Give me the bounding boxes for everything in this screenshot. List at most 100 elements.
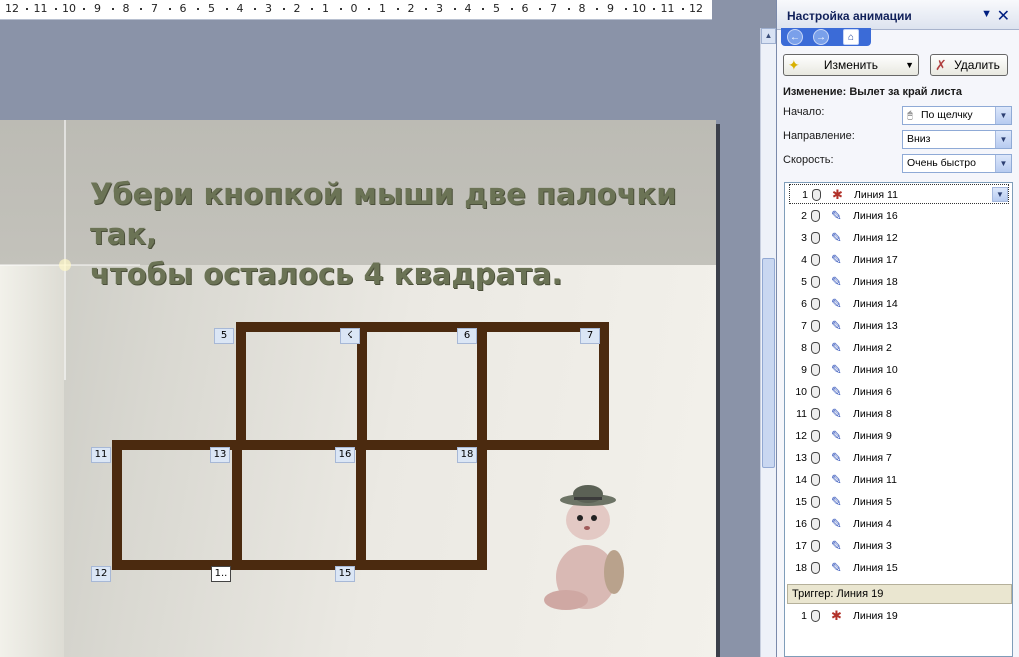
brush-effect-icon: ✎ [831, 516, 842, 531]
ruler-tick [311, 8, 314, 10]
animation-marker[interactable]: 7 [580, 328, 600, 344]
brush-effect-icon: ✎ [831, 340, 842, 355]
animation-list-item[interactable]: 11 ✎ Линия 8 [789, 404, 1009, 424]
ruler-number: 8 [122, 2, 130, 15]
ruler-tick [482, 8, 485, 10]
animation-list-item[interactable]: 9 ✎ Линия 10 [789, 360, 1009, 380]
pane-title: Настройка анимации [787, 9, 912, 23]
stick-vert-top-3[interactable] [477, 322, 487, 450]
ruler-number: 10 [62, 2, 76, 15]
trigger-list-item[interactable]: 1 ✱ Линия 19 [789, 606, 1009, 626]
animation-list-item[interactable]: 3 ✎ Линия 12 [789, 228, 1009, 248]
slide-vertical-scrollbar[interactable]: ▲ [760, 28, 776, 657]
ruler-tick [140, 8, 143, 10]
trigger-header[interactable]: Триггер: Линия 19 [787, 584, 1012, 604]
brush-effect-icon: ✎ [831, 428, 842, 443]
stick-vert-bottom-3[interactable] [356, 440, 366, 570]
scroll-up-button[interactable]: ▲ [761, 28, 776, 44]
ruler-number: 3 [436, 2, 443, 15]
animation-marker[interactable]: 16 [335, 447, 355, 463]
delete-effect-button[interactable]: ✗ Удалить [930, 54, 1008, 76]
chevron-down-icon[interactable]: ▼ [995, 131, 1011, 148]
animation-list-item[interactable]: 10 ✎ Линия 6 [789, 382, 1009, 402]
ruler-number: 1 [379, 2, 386, 15]
animation-list-item[interactable]: 16 ✎ Линия 4 [789, 514, 1009, 534]
animation-list-item[interactable]: 6 ✎ Линия 14 [789, 294, 1009, 314]
stick-vert-bottom-1[interactable] [112, 440, 122, 570]
start-select[interactable]: 🖰 По щелчку ▼ [902, 106, 1012, 125]
star-effect-icon: ✱ [831, 608, 842, 623]
change-effect-title: Изменение: Вылет за край листа [783, 86, 962, 98]
pane-close-icon[interactable]: ✕ [997, 6, 1010, 26]
animation-list-item[interactable]: 8 ✎ Линия 2 [789, 338, 1009, 358]
stick-bottom-3[interactable] [359, 560, 485, 570]
stick-mid-4[interactable] [481, 440, 607, 450]
animation-list-item[interactable]: 13 ✎ Линия 7 [789, 448, 1009, 468]
animation-list-item[interactable]: 17 ✎ Линия 3 [789, 536, 1009, 556]
cat-picture[interactable] [536, 482, 636, 612]
ruler-number: 11 [33, 2, 48, 15]
animation-marker[interactable]: 13 [210, 447, 230, 463]
animation-list-item-selected[interactable]: 1 ✱ Линия 11 ▼ [789, 184, 1009, 204]
animation-list-item[interactable]: 18 ✎ Линия 15 [789, 558, 1009, 578]
speed-select[interactable]: Очень быстро ▼ [902, 154, 1012, 173]
brush-effect-icon: ✎ [831, 296, 842, 311]
ruler-number: 0 [350, 2, 358, 15]
chevron-down-icon[interactable]: ▼ [995, 107, 1011, 124]
animation-marker[interactable]: 6 [457, 328, 477, 344]
animation-marker[interactable]: 18 [457, 447, 477, 463]
ruler-tick [624, 8, 627, 10]
ruler-tick [681, 8, 684, 10]
animation-list-item[interactable]: 12 ✎ Линия 9 [789, 426, 1009, 446]
chevron-down-icon[interactable]: ▼ [992, 187, 1008, 202]
ruler-tick [368, 8, 371, 10]
animation-list-item[interactable]: 7 ✎ Линия 13 [789, 316, 1009, 336]
stick-vert-bottom-4[interactable] [477, 440, 487, 570]
star-effect-icon: ✱ [832, 187, 843, 202]
forward-arrow-icon[interactable]: → [813, 29, 829, 45]
brush-effect-icon: ✎ [831, 362, 842, 377]
start-label: Начало: [783, 106, 825, 118]
animation-list-item[interactable]: 5 ✎ Линия 18 [789, 272, 1009, 292]
brush-effect-icon: ✎ [831, 274, 842, 289]
ruler-number: 6 [521, 2, 529, 15]
mouse-icon [811, 474, 820, 486]
animation-marker[interactable]: 12 [91, 566, 111, 582]
ruler-number: 8 [578, 2, 586, 15]
animation-list-item[interactable]: 14 ✎ Линия 11 [789, 470, 1009, 490]
stick-vert-top-1[interactable] [236, 322, 246, 450]
direction-select[interactable]: Вниз ▼ [902, 130, 1012, 149]
back-arrow-icon[interactable]: ← [787, 29, 803, 45]
mouse-icon [811, 430, 820, 442]
animation-marker[interactable]: 11 [91, 447, 111, 463]
trigger-marker-icon[interactable]: ☇ [340, 328, 360, 344]
ruler-tick [453, 8, 456, 10]
brush-effect-icon: ✎ [831, 384, 842, 399]
change-effect-button[interactable]: ✦ Изменить ▼ [783, 54, 919, 76]
animation-list-item[interactable]: 2 ✎ Линия 16 [789, 206, 1009, 226]
animation-marker[interactable]: 5 [214, 328, 234, 344]
home-icon[interactable]: ⌂ [843, 29, 859, 45]
ruler-number: 7 [550, 2, 557, 15]
slide[interactable]: Убери кнопкой мыши две палочки так, чтоб… [0, 120, 716, 657]
stick-vert-bottom-2[interactable] [232, 440, 242, 570]
brush-effect-icon: ✎ [831, 208, 842, 223]
animation-list[interactable]: 1 ✱ Линия 11 ▼ 2 ✎ Линия 16 3 ✎ Линия 12 4 ✎ Линия 1… [784, 182, 1013, 657]
stick-vert-top-4[interactable] [599, 322, 609, 450]
ruler-tick [26, 8, 29, 10]
brush-effect-icon: ✎ [831, 406, 842, 421]
brush-effect-icon: ✎ [831, 252, 842, 267]
animation-marker-selected[interactable]: 1.. [211, 566, 231, 582]
brush-effect-icon: ✎ [831, 472, 842, 487]
animation-marker[interactable]: 15 [335, 566, 355, 582]
ruler-tick [396, 8, 399, 10]
mouse-icon [812, 189, 821, 201]
chevron-down-icon[interactable]: ▼ [995, 155, 1011, 172]
animation-list-item[interactable]: 15 ✎ Линия 5 [789, 492, 1009, 512]
ruler-tick [168, 8, 171, 10]
pane-menu-dropdown-icon[interactable]: ▼ [981, 8, 992, 20]
mouse-icon [811, 562, 820, 574]
animation-list-item[interactable]: 4 ✎ Линия 17 [789, 250, 1009, 270]
scroll-thumb[interactable] [762, 258, 775, 468]
ruler-tick [254, 8, 257, 10]
